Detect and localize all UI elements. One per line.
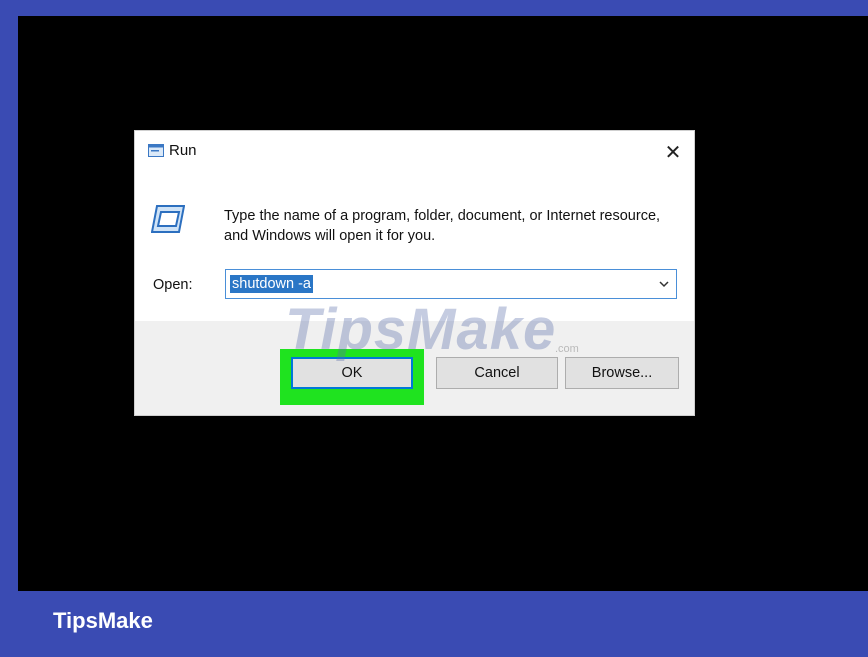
chevron-down-icon[interactable] (658, 278, 670, 290)
watermark-suffix: .com (555, 343, 579, 355)
run-dialog: Run ✕ Type the name of a program, folder… (134, 130, 695, 416)
desktop-screen: Run ✕ Type the name of a program, folder… (18, 16, 868, 591)
close-icon: ✕ (664, 141, 682, 164)
instructions-text: Type the name of a program, folder, docu… (224, 208, 661, 244)
run-program-icon (151, 205, 185, 233)
browse-button[interactable]: Browse... (565, 357, 679, 389)
watermark-logo: TipsMake (285, 297, 557, 362)
close-button[interactable]: ✕ (658, 137, 688, 167)
brand-label: TipsMake (53, 608, 153, 633)
dialog-title: Run (169, 142, 197, 159)
open-label: Open: (153, 277, 193, 293)
run-icon (148, 144, 164, 157)
open-input-value[interactable]: shutdown -a (230, 275, 313, 293)
open-combobox[interactable]: shutdown -a (225, 269, 677, 299)
dialog-titlebar: Run ✕ (135, 131, 694, 173)
